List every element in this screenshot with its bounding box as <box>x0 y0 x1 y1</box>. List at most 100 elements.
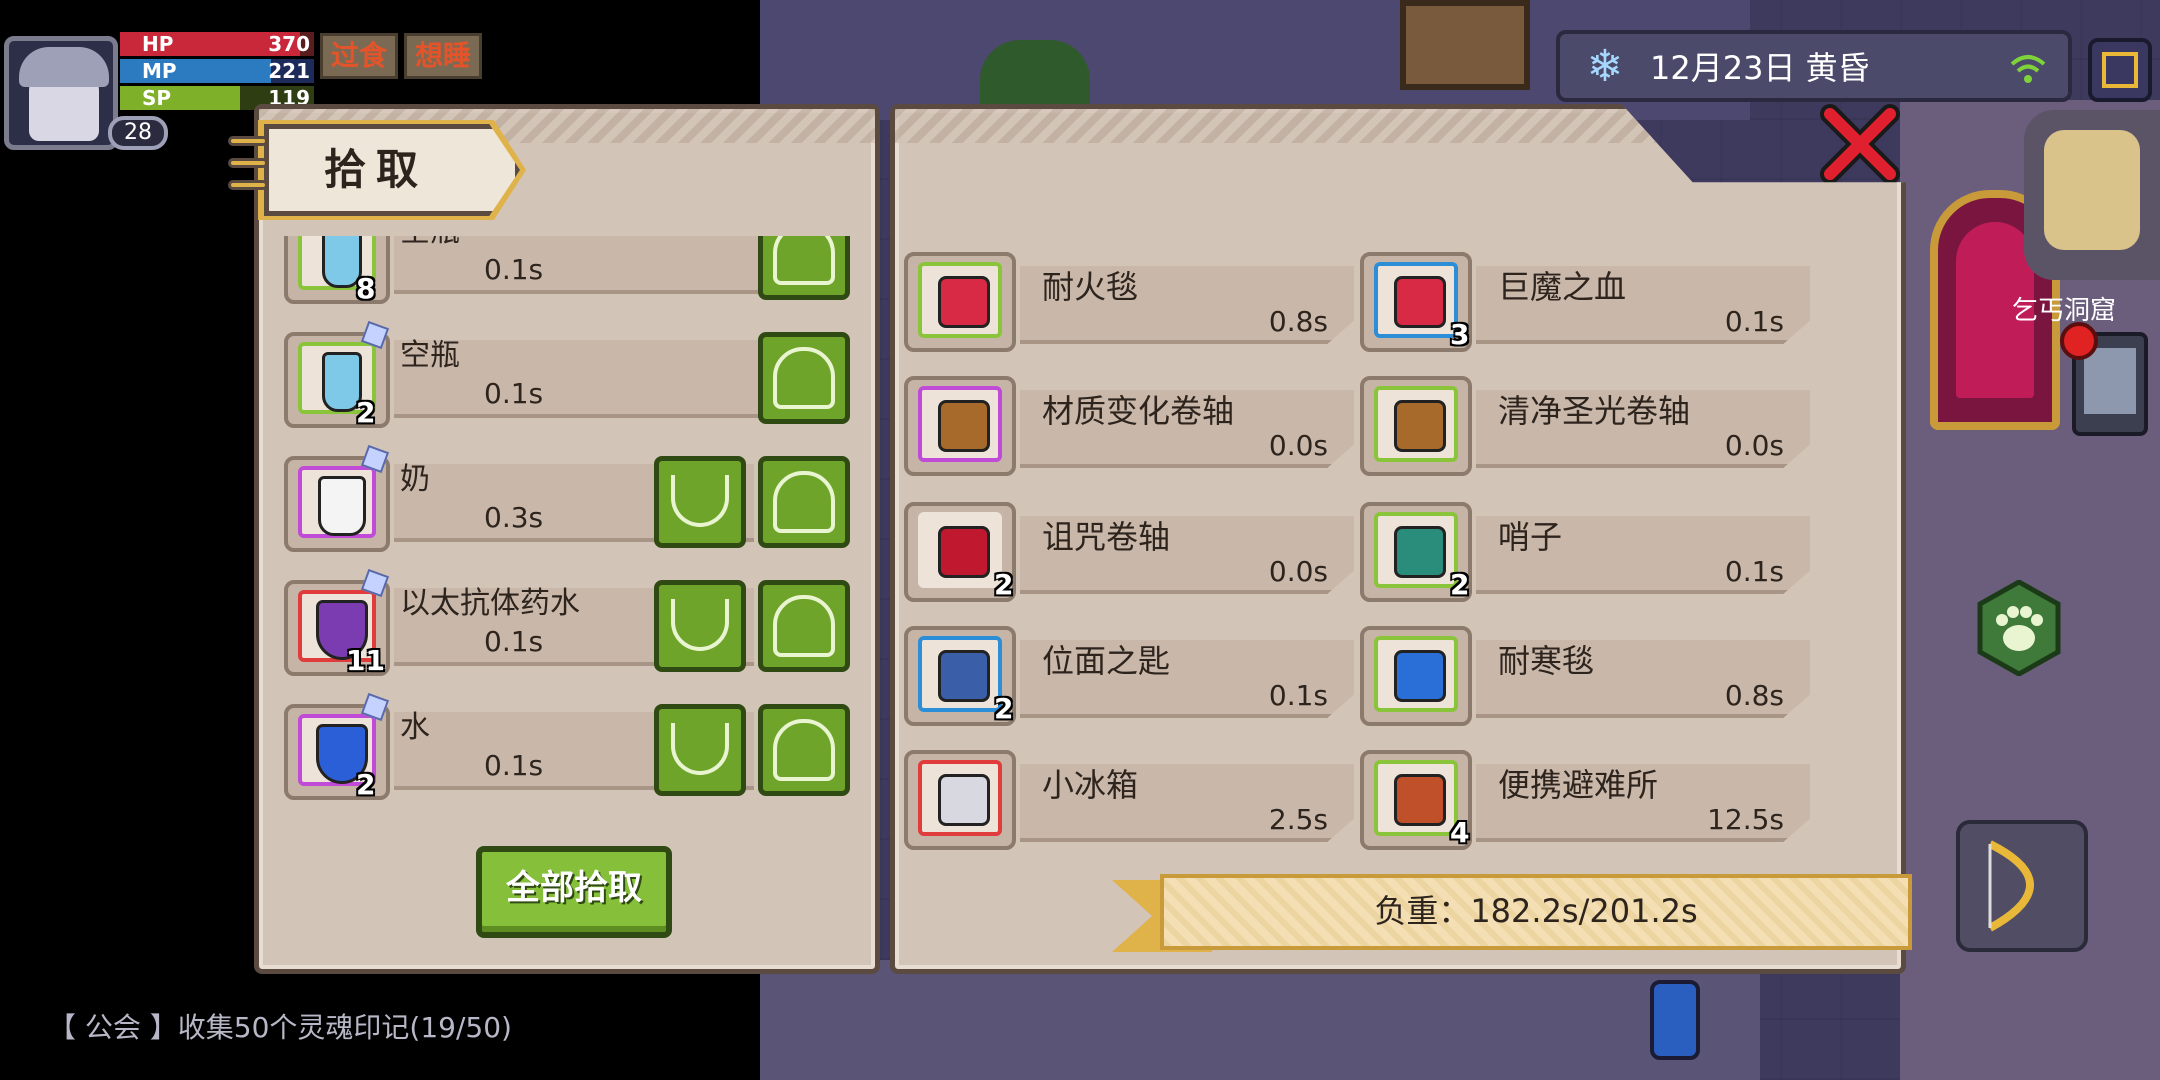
take-button[interactable] <box>758 456 850 548</box>
inventory-item-row[interactable]: 位面之匙 0.1s 2 <box>904 620 1354 730</box>
scroll-icon <box>1394 400 1446 452</box>
item-slot <box>904 750 1016 850</box>
take-hand-icon <box>773 236 835 285</box>
inventory-item-row[interactable]: 巨魔之血 0.1s 3 <box>1360 246 1810 356</box>
hp-label: HP <box>142 32 174 56</box>
wifi-icon <box>2010 55 2046 83</box>
cold-blanket-icon <box>1394 650 1446 702</box>
bow-icon <box>1988 840 2034 932</box>
tab-pickup-title: 拾取 <box>324 145 429 194</box>
player-avatar[interactable] <box>4 36 118 150</box>
item-quantity: 2 <box>1450 568 1470 601</box>
item-name: 诅咒卷轴 <box>1042 518 1171 556</box>
pickup-item-row[interactable]: 8 空瓶 0.1s <box>284 236 854 310</box>
item-weight: 0.0s <box>1268 429 1328 462</box>
inventory-item-row[interactable]: 哨子 0.1s 2 <box>1360 496 1810 606</box>
bow-weapon-button[interactable] <box>1956 820 2088 952</box>
inventory-item-row[interactable]: 便携避难所 12.5s 4 <box>1360 744 1810 854</box>
portable-shelter-icon <box>1394 774 1446 826</box>
carry-weight-text: 负重：182.2s/201.2s <box>1374 892 1698 930</box>
pickup-item-row[interactable]: 11 以太抗体药水 0.1s <box>284 568 854 682</box>
take-hand-icon <box>773 347 835 409</box>
item-quantity: 8 <box>356 272 376 305</box>
item-name: 空瓶 <box>400 338 460 373</box>
notification-dot <box>2060 322 2098 360</box>
paw-icon[interactable] <box>1976 580 2062 676</box>
take-button[interactable] <box>758 236 850 300</box>
item-weight: 0.1s <box>1268 679 1328 712</box>
pickup-item-row[interactable]: 2 空瓶 0.1s <box>284 320 854 434</box>
item-weight: 0.1s <box>1724 555 1784 588</box>
inventory-item-row[interactable]: 耐寒毯 0.8s <box>1360 620 1810 730</box>
pickup-list[interactable]: 8 空瓶 0.1s 2 空瓶 0.1s 奶 0.3s 11 以太抗体药水 0.1… <box>254 236 880 826</box>
scene-crate <box>1400 0 1530 90</box>
notebook-rings <box>228 136 268 212</box>
take-hand-icon <box>773 471 835 533</box>
item-weight: 0.1s <box>484 253 544 286</box>
inventory-item-row[interactable]: 耐火毯 0.8s <box>904 246 1354 356</box>
item-name: 小冰箱 <box>1042 766 1139 804</box>
item-name: 空瓶 <box>400 236 460 252</box>
item-name: 位面之匙 <box>1042 642 1171 680</box>
item-quantity: 4 <box>1450 816 1470 849</box>
use-button[interactable] <box>654 456 746 548</box>
item-slot <box>904 376 1016 476</box>
troll-blood-icon <box>1394 276 1446 328</box>
mp-value: 221 <box>268 59 310 83</box>
item-weight: 2.5s <box>1268 803 1328 836</box>
item-weight: 0.8s <box>1724 679 1784 712</box>
inventory-item-row[interactable]: 材质变化卷轴 0.0s <box>904 370 1354 480</box>
mp-bar: MP 221 <box>120 59 314 83</box>
hp-value: 370 <box>268 32 310 56</box>
inventory-item-row[interactable]: 清净圣光卷轴 0.0s <box>1360 370 1810 480</box>
use-bowl-icon <box>671 599 729 651</box>
item-weight: 0.1s <box>484 749 544 782</box>
item-weight: 12.5s <box>1707 803 1784 836</box>
scroll-icon <box>938 400 990 452</box>
scene-bottle <box>1650 980 1700 1060</box>
date-panel: ❄ 12月23日 黄昏 <box>1556 30 2072 102</box>
item-quantity: 2 <box>356 768 376 801</box>
mini-fridge-icon <box>938 774 990 826</box>
pickup-item-row[interactable]: 2 水 0.1s <box>284 692 854 806</box>
item-name: 以太抗体药水 <box>400 586 580 621</box>
item-name: 材质变化卷轴 <box>1042 392 1235 430</box>
item-weight: 0.1s <box>484 625 544 658</box>
plane-key-icon <box>938 650 990 702</box>
take-hand-icon <box>773 719 835 781</box>
pickup-item-row[interactable]: 奶 0.3s <box>284 444 854 558</box>
use-button[interactable] <box>654 704 746 796</box>
date-text: 12月23日 黄昏 <box>1650 49 1870 87</box>
item-name: 清净圣光卷轴 <box>1498 392 1691 430</box>
item-name: 耐火毯 <box>1042 268 1139 306</box>
item-weight: 0.0s <box>1724 429 1784 462</box>
pickup-all-button[interactable]: 全部拾取 <box>476 846 672 938</box>
item-slot <box>904 252 1016 352</box>
item-slot <box>1360 376 1472 476</box>
item-quantity: 2 <box>994 568 1014 601</box>
use-bowl-icon <box>671 475 729 527</box>
sp-label: SP <box>142 86 172 110</box>
minimap[interactable] <box>2024 110 2160 280</box>
take-button[interactable] <box>758 332 850 424</box>
status-tag-overfed[interactable]: 过食 <box>320 33 399 79</box>
inventory-item-row[interactable]: 诅咒卷轴 0.0s 2 <box>904 496 1354 606</box>
item-weight: 0.1s <box>1724 305 1784 338</box>
use-bowl-icon <box>671 723 729 775</box>
item-quantity: 3 <box>1450 318 1470 351</box>
take-button[interactable] <box>758 580 850 672</box>
item-name: 奶 <box>400 462 430 497</box>
exit-button[interactable] <box>2088 38 2152 102</box>
close-icon[interactable] <box>1820 104 1900 184</box>
item-quantity: 2 <box>994 692 1014 725</box>
take-button[interactable] <box>758 704 850 796</box>
status-tag-sleepy[interactable]: 想睡 <box>404 33 483 79</box>
use-button[interactable] <box>654 580 746 672</box>
scene-floor <box>760 960 1760 1080</box>
item-quantity: 11 <box>346 644 385 677</box>
whistle-icon <box>1394 526 1446 578</box>
inventory-item-row[interactable]: 小冰箱 2.5s <box>904 744 1354 854</box>
cursed-scroll-icon <box>938 526 990 578</box>
guild-chat-message[interactable]: 【 公会 】收集50个灵魂印记(19/50) <box>48 1008 512 1048</box>
item-name: 耐寒毯 <box>1498 642 1595 680</box>
